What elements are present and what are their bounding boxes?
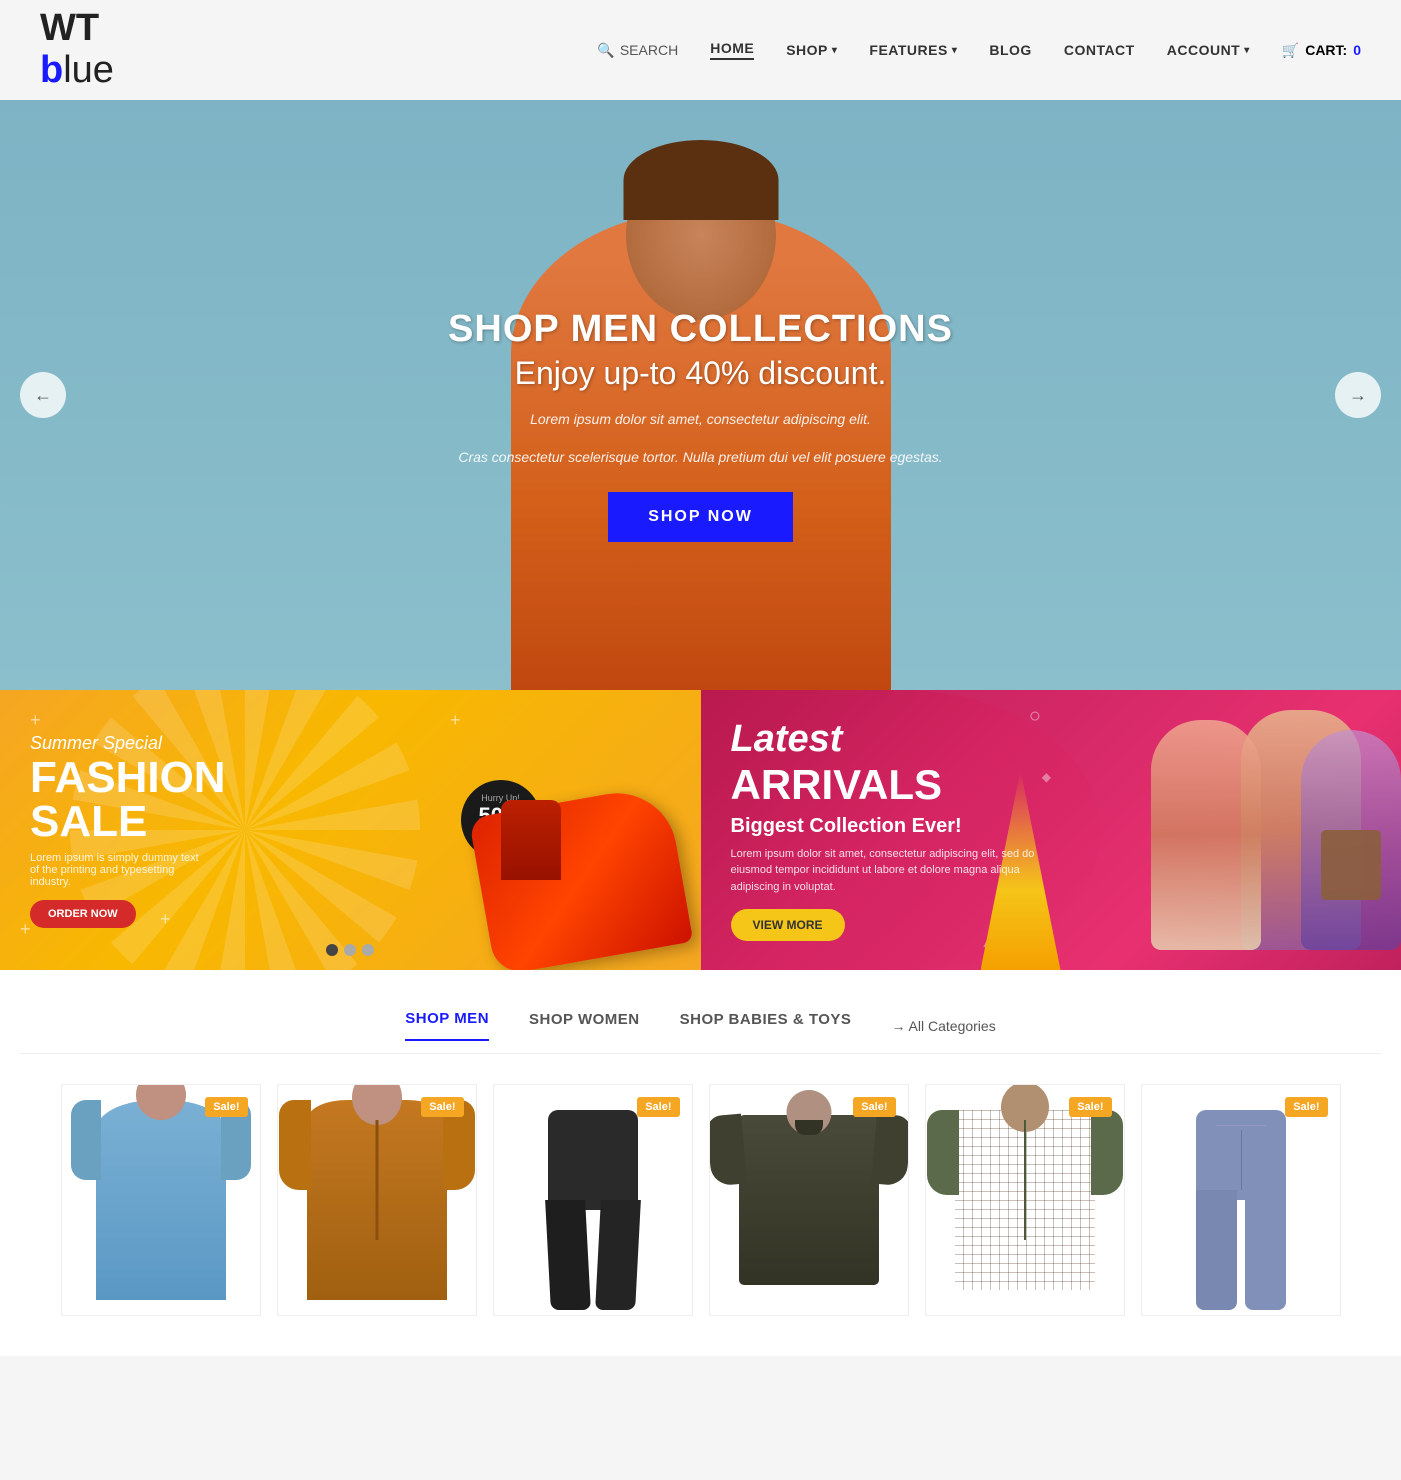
- logo[interactable]: WT blue: [40, 8, 114, 92]
- account-chevron-icon: ▾: [1244, 45, 1250, 56]
- promo-section: Summer Special FASHION SALE Lorem ipsum …: [0, 690, 1401, 970]
- product-img-3: [494, 1085, 692, 1315]
- promo-fashion-banner: Summer Special FASHION SALE Lorem ipsum …: [0, 690, 701, 970]
- hero-next-arrow[interactable]: →: [1335, 372, 1381, 418]
- hero-cta-button[interactable]: SHOP NOW: [608, 492, 793, 542]
- product-card-4[interactable]: Sale!: [709, 1084, 909, 1316]
- product-img-6: [1142, 1085, 1340, 1315]
- product-card-5[interactable]: Sale!: [925, 1084, 1125, 1316]
- order-now-button[interactable]: ORDER NOW: [30, 900, 136, 928]
- product-card-2[interactable]: Sale!: [277, 1084, 477, 1316]
- tab-shop-babies[interactable]: SHOP BABIES & TOYS: [680, 1011, 852, 1040]
- logo-lue: lue: [63, 49, 114, 91]
- view-more-button[interactable]: VIEW MORE: [731, 909, 845, 941]
- header: WT blue 🔍 SEARCH HOME SHOP ▾ FEATURES ▾ …: [0, 0, 1401, 100]
- tab-shop-women[interactable]: SHOP WOMEN: [529, 1011, 640, 1040]
- arrivals-biggest: Biggest Collection Ever!: [731, 815, 1051, 838]
- arrivals-latest: Latest: [731, 719, 1051, 761]
- cart-icon: 🛒: [1282, 42, 1299, 59]
- product-img-5: [926, 1085, 1124, 1315]
- promo-summer-label: Summer Special: [30, 733, 226, 754]
- arrow-left-icon: ←: [34, 385, 52, 406]
- sale-badge-6: Sale!: [1285, 1097, 1327, 1117]
- promo-fashion-title1: FASHION: [30, 756, 226, 800]
- sale-badge-1: Sale!: [205, 1097, 247, 1117]
- product-card-6[interactable]: Sale!: [1141, 1084, 1341, 1316]
- arrow-right-icon: →: [1349, 385, 1367, 406]
- promo-fashion-text: Summer Special FASHION SALE Lorem ipsum …: [30, 733, 226, 928]
- cart-nav-item[interactable]: 🛒 CART: 0: [1282, 42, 1361, 59]
- hero-banner: ← SHOP MEN COLLECTIONS Enjoy up-to 40% d…: [0, 100, 1401, 690]
- product-img-4: [710, 1085, 908, 1315]
- promo-arrivals-text: Latest ARRIVALS Biggest Collection Ever!…: [731, 719, 1051, 941]
- shop-chevron-icon: ▾: [832, 45, 838, 56]
- nav-account[interactable]: ACCOUNT ▾: [1167, 42, 1250, 58]
- arrivals-desc: Lorem ipsum dolor sit amet, consectetur …: [731, 846, 1051, 896]
- hero-desc1: Lorem ipsum dolor sit amet, consectetur …: [448, 408, 953, 430]
- product-tabs: SHOP MEN SHOP WOMEN SHOP BABIES & TOYS →…: [20, 1010, 1381, 1054]
- arrivals-title: ARRIVALS: [731, 761, 1051, 809]
- sale-badge-2: Sale!: [421, 1097, 463, 1117]
- sale-badge-5: Sale!: [1069, 1097, 1111, 1117]
- products-grid: Sale! Sale! Sal: [20, 1084, 1381, 1316]
- product-img-1: [62, 1085, 260, 1315]
- nav-blog[interactable]: BLOG: [989, 42, 1031, 58]
- main-nav: 🔍 SEARCH HOME SHOP ▾ FEATURES ▾ BLOG CON…: [597, 40, 1361, 60]
- hero-subtitle: Enjoy up-to 40% discount.: [448, 355, 953, 392]
- logo-wt: WT: [40, 7, 99, 49]
- promo-fashion-title2: SALE: [30, 800, 226, 844]
- nav-home[interactable]: HOME: [710, 40, 754, 60]
- sale-badge-4: Sale!: [853, 1097, 895, 1117]
- promo-arrivals-banner: Latest ARRIVALS Biggest Collection Ever!…: [701, 690, 1401, 970]
- product-card-3[interactable]: Sale!: [493, 1084, 693, 1316]
- features-chevron-icon: ▾: [952, 45, 958, 56]
- hero-prev-arrow[interactable]: ←: [20, 372, 66, 418]
- nav-shop[interactable]: SHOP ▾: [786, 42, 837, 58]
- hero-desc2: Cras consectetur scelerisque tortor. Nul…: [448, 446, 953, 468]
- search-icon: 🔍: [597, 42, 614, 59]
- cart-label: CART:: [1305, 42, 1347, 58]
- tab-shop-men[interactable]: SHOP MEN: [405, 1010, 489, 1041]
- product-img-2: [278, 1085, 476, 1315]
- sale-badge-3: Sale!: [637, 1097, 679, 1117]
- tab-all-categories[interactable]: → All Categories: [891, 1018, 995, 1034]
- products-section: SHOP MEN SHOP WOMEN SHOP BABIES & TOYS →…: [0, 970, 1401, 1356]
- logo-b: b: [40, 49, 63, 91]
- hero-title: SHOP MEN COLLECTIONS: [448, 308, 953, 351]
- search-label: SEARCH: [620, 42, 678, 58]
- cart-count: 0: [1353, 42, 1361, 58]
- hero-content: SHOP MEN COLLECTIONS Enjoy up-to 40% dis…: [448, 308, 953, 543]
- promo-fashion-desc: Lorem ipsum is simply dummy text of the …: [30, 852, 200, 888]
- nav-contact[interactable]: CONTACT: [1064, 42, 1135, 58]
- nav-features[interactable]: FEATURES ▾: [869, 42, 957, 58]
- product-card-1[interactable]: Sale!: [61, 1084, 261, 1316]
- search-nav-item[interactable]: 🔍 SEARCH: [597, 42, 678, 59]
